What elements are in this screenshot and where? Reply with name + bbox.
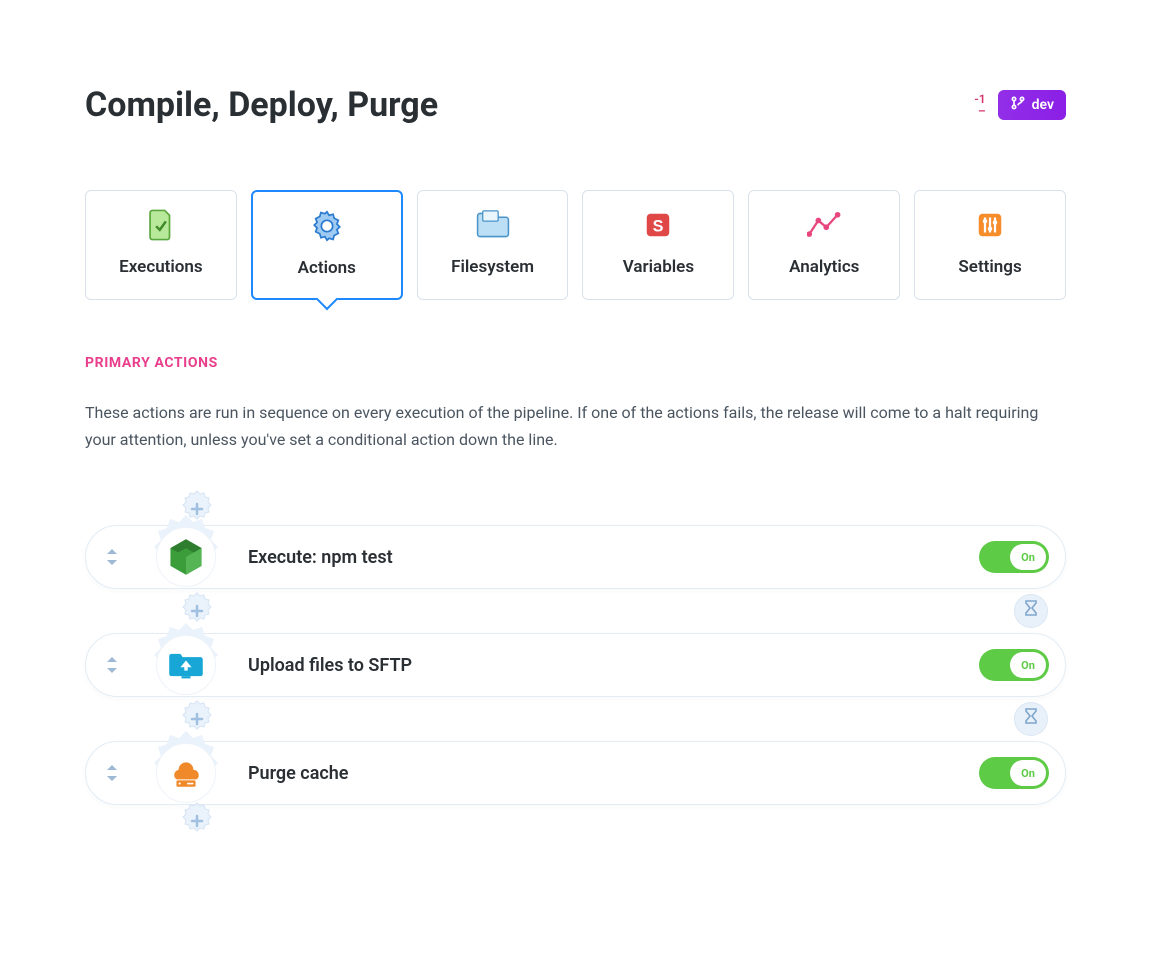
drag-handle[interactable] <box>86 547 138 567</box>
tab-executions[interactable]: Executions <box>85 190 237 300</box>
hourglass-icon <box>1024 600 1038 622</box>
action-row: Purge cache On <box>85 741 1066 805</box>
actions-list: Execute: npm test On <box>85 487 1066 843</box>
page-title: Compile, Deploy, Purge <box>85 85 438 125</box>
action-row: Execute: npm test On <box>85 525 1066 589</box>
toggle-label: On <box>1010 760 1046 786</box>
drag-handle[interactable] <box>86 763 138 783</box>
gear-icon <box>310 209 344 247</box>
tab-analytics[interactable]: Analytics <box>748 190 900 300</box>
node-icon <box>156 527 216 587</box>
tab-settings[interactable]: Settings <box>914 190 1066 300</box>
sleep-button[interactable] <box>1014 702 1048 736</box>
check-file-icon <box>146 208 176 246</box>
tab-label: Variables <box>589 257 727 277</box>
tabs: Executions Actions Filesystem S Variable… <box>85 190 1066 300</box>
svg-text:S: S <box>653 217 664 235</box>
dollar-box-icon: S <box>643 210 673 244</box>
tab-actions[interactable]: Actions <box>251 190 403 300</box>
branch-label: dev <box>1032 97 1054 113</box>
tab-label: Settings <box>921 257 1059 277</box>
action-label[interactable]: Execute: npm test <box>248 547 979 568</box>
tab-label: Filesystem <box>424 257 562 277</box>
action-label[interactable]: Purge cache <box>248 763 979 784</box>
sleep-button[interactable] <box>1014 594 1048 628</box>
toggle-label: On <box>1010 652 1046 678</box>
hourglass-icon <box>1024 708 1038 730</box>
cloud-server-icon <box>156 743 216 803</box>
tab-label: Executions <box>92 257 230 277</box>
upload-folder-icon <box>156 635 216 695</box>
section-description: These actions are run in sequence on eve… <box>85 399 1066 453</box>
sliders-icon <box>975 210 1005 244</box>
tab-label: Analytics <box>755 257 893 277</box>
folder-icon <box>475 210 511 244</box>
toggle-label: On <box>1010 544 1046 570</box>
drag-handle[interactable] <box>86 655 138 675</box>
action-row: Upload files to SFTP On <box>85 633 1066 697</box>
tab-filesystem[interactable]: Filesystem <box>417 190 569 300</box>
branch-icon <box>1010 95 1026 115</box>
action-toggle[interactable]: On <box>979 541 1049 573</box>
branch-badge[interactable]: dev <box>998 90 1066 120</box>
section-title: Primary Actions <box>85 355 1066 371</box>
tab-label: Actions <box>259 258 395 278</box>
chart-icon <box>807 211 841 243</box>
runs-dash: – <box>974 105 985 117</box>
action-toggle[interactable]: On <box>979 649 1049 681</box>
tab-variables[interactable]: S Variables <box>582 190 734 300</box>
runs-indicator: -1 – <box>974 93 985 117</box>
action-toggle[interactable]: On <box>979 757 1049 789</box>
page-header: Compile, Deploy, Purge -1 – dev <box>85 85 1066 125</box>
action-label[interactable]: Upload files to SFTP <box>248 655 979 676</box>
header-right: -1 – dev <box>974 90 1066 120</box>
add-action-button[interactable] <box>175 799 219 843</box>
